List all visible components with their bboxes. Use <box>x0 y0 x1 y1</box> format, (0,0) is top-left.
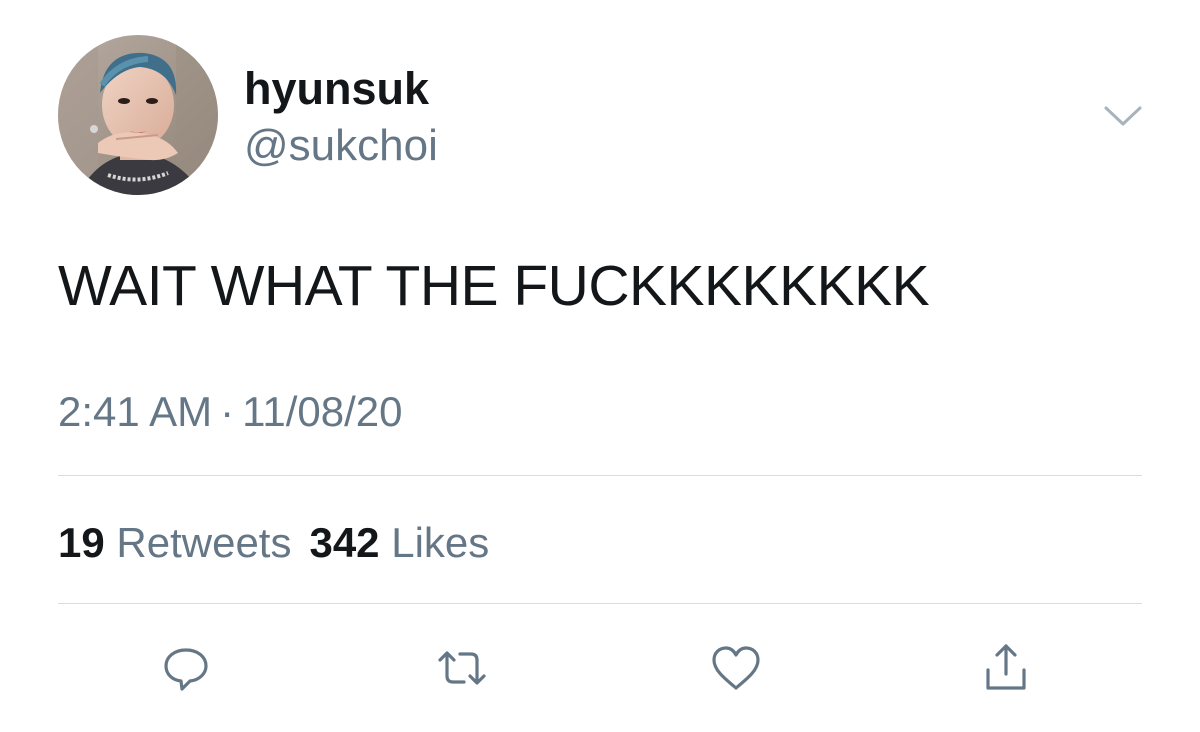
heart-icon <box>712 646 760 690</box>
likes-count: 342 <box>309 519 380 566</box>
like-button[interactable] <box>706 638 766 698</box>
user-handle[interactable]: @sukchoi <box>244 121 438 171</box>
comment-icon <box>164 648 208 691</box>
share-button[interactable] <box>976 638 1036 698</box>
retweets-stat[interactable]: 19 Retweets <box>58 519 291 566</box>
retweets-count: 19 <box>58 519 105 566</box>
retweet-icon <box>438 651 486 685</box>
chevron-down-icon[interactable] <box>1100 98 1146 134</box>
share-icon <box>986 644 1026 690</box>
tweet-date: 11/08/20 <box>242 388 403 435</box>
retweets-label: Retweets <box>116 519 292 566</box>
engagement-stats: 19 Retweets 342 Likes <box>58 518 489 568</box>
likes-label: Likes <box>391 519 490 566</box>
tweet-card: hyunsuk @sukchoi WAIT WHAT THE FUCKKKKKK… <box>0 0 1200 732</box>
divider <box>58 475 1142 476</box>
likes-stat[interactable]: 342 Likes <box>309 519 489 566</box>
timestamp[interactable]: 2:41 AM · 11/08/20 <box>58 388 402 436</box>
reply-button[interactable] <box>156 638 216 698</box>
retweet-button[interactable] <box>432 638 492 698</box>
timestamp-separator: · <box>220 388 235 435</box>
divider <box>58 603 1142 604</box>
avatar[interactable] <box>58 35 218 195</box>
avatar-photo <box>58 35 218 195</box>
tweet-text: WAIT WHAT THE FUCKKKKKKKK <box>58 254 930 318</box>
tweet-time: 2:41 AM <box>58 388 213 435</box>
display-name[interactable]: hyunsuk <box>244 64 429 114</box>
